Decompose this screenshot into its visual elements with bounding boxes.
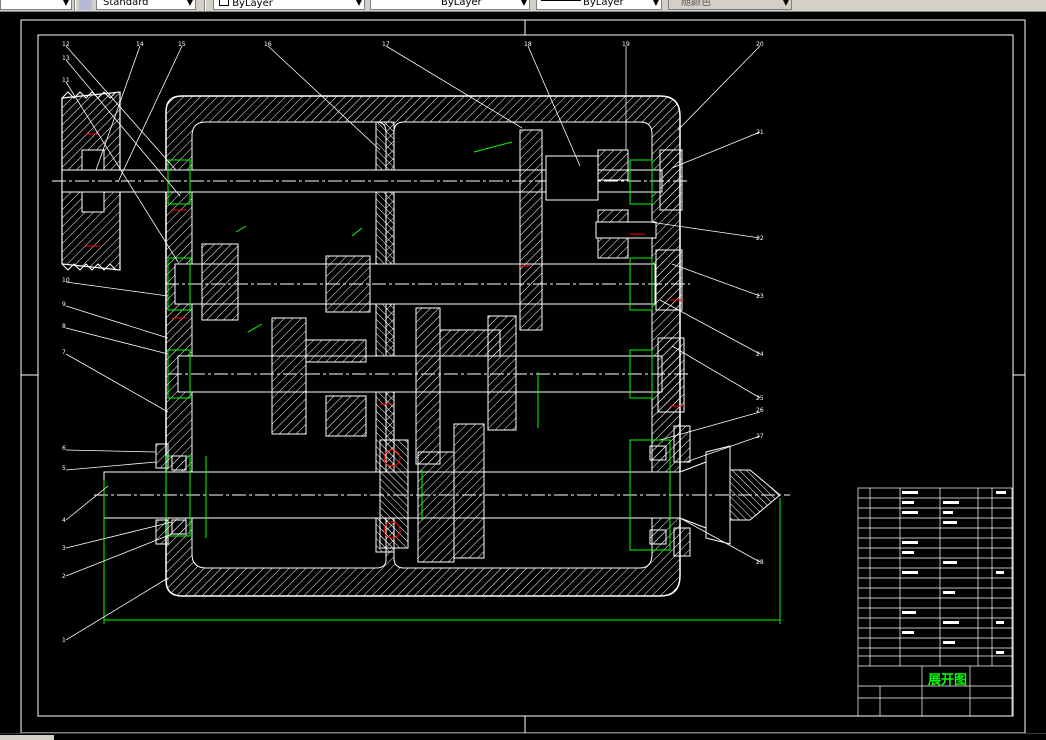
lineweight-control-value: ByLayer bbox=[583, 0, 624, 8]
callout-label: 22 bbox=[756, 235, 764, 242]
callout-label: 25 bbox=[756, 395, 764, 402]
callout-label: 14 bbox=[136, 41, 144, 48]
callout-label: 7 bbox=[62, 349, 66, 356]
chevron-down-icon: ▼ bbox=[782, 0, 789, 7]
callout-label: 9 bbox=[62, 301, 66, 308]
lineweight-sample-icon bbox=[541, 0, 581, 1]
toolbar-separator bbox=[74, 0, 76, 11]
chevron-down-icon: ▼ bbox=[62, 0, 69, 7]
text-style-icon[interactable] bbox=[79, 0, 92, 10]
chevron-down-icon: ▼ bbox=[520, 0, 527, 7]
callout-label: 17 bbox=[382, 41, 390, 48]
chevron-down-icon: ▼ bbox=[652, 0, 659, 7]
callout-label: 6 bbox=[62, 445, 66, 452]
properties-toolbar: ▼ Standard ▼ ByLayer ▼ ByLayer ▼ ByLayer… bbox=[0, 0, 1046, 12]
color-control-dropdown[interactable]: ByLayer ▼ bbox=[213, 0, 365, 10]
callout-label: 12 bbox=[62, 41, 70, 48]
callout-label: 24 bbox=[756, 351, 764, 358]
parts-list-cell-fills bbox=[902, 491, 1006, 654]
plotstyle-control-value: 随颜色 bbox=[681, 0, 711, 8]
callout-label: 28 bbox=[756, 559, 764, 566]
plotstyle-control-dropdown[interactable]: 随颜色 ▼ bbox=[668, 0, 792, 10]
second-shaft bbox=[165, 263, 690, 305]
callout-label: 5 bbox=[62, 465, 66, 472]
callout-label: 27 bbox=[756, 433, 764, 440]
callout-label: 16 bbox=[264, 41, 272, 48]
text-style-dropdown[interactable]: Standard ▼ bbox=[96, 0, 196, 10]
dropdown-left[interactable]: ▼ bbox=[0, 0, 72, 10]
callout-label: 26 bbox=[756, 407, 764, 414]
drawing-canvas[interactable]: 12 14 15 16 17 18 19 13 11 10 9 8 7 6 5 … bbox=[0, 12, 1046, 733]
title-block-title: 展开图 bbox=[928, 673, 967, 688]
callout-label: 23 bbox=[756, 293, 764, 300]
callout-label: 10 bbox=[62, 277, 70, 284]
callout-label: 1 bbox=[62, 637, 66, 644]
callout-label: 4 bbox=[62, 517, 66, 524]
callout-label: 2 bbox=[62, 573, 66, 580]
chevron-down-icon: ▼ bbox=[355, 0, 362, 7]
callout-label: 11 bbox=[62, 77, 70, 84]
color-swatch-icon bbox=[219, 0, 229, 6]
callout-label: 19 bbox=[622, 41, 630, 48]
model-tab[interactable] bbox=[0, 735, 54, 740]
linetype-control-dropdown[interactable]: ByLayer ▼ bbox=[370, 0, 530, 10]
callout-label: 3 bbox=[62, 545, 66, 552]
callout-label: 18 bbox=[524, 41, 532, 48]
linetype-control-value: ByLayer bbox=[441, 0, 482, 8]
callout-label: 13 bbox=[62, 55, 70, 62]
color-control-value: ByLayer bbox=[232, 0, 273, 9]
callout-label: 21 bbox=[756, 129, 764, 136]
text-style-value: Standard bbox=[103, 0, 149, 8]
toolbar-separator bbox=[204, 0, 206, 11]
chevron-down-icon: ▼ bbox=[186, 0, 193, 7]
callout-label: 8 bbox=[62, 323, 66, 330]
lineweight-control-dropdown[interactable]: ByLayer ▼ bbox=[536, 0, 662, 10]
callout-label: 15 bbox=[178, 41, 186, 48]
callout-label: 20 bbox=[756, 41, 764, 48]
